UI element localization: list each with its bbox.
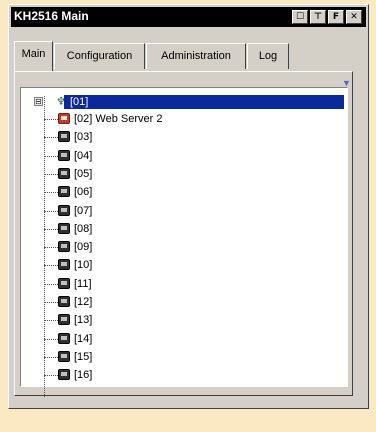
tree-item-label: [11] — [74, 277, 92, 290]
tree-item-port[interactable]: [05] — [34, 167, 344, 181]
tree-item-label: [08] — [74, 222, 93, 235]
tree-branch-line — [44, 228, 58, 230]
tree-item-port[interactable]: [04] — [34, 149, 344, 163]
server-red-icon — [58, 113, 70, 124]
tree-branch-line — [44, 265, 58, 267]
tree-branch-line — [44, 137, 58, 139]
server-icon — [58, 222, 70, 234]
server-icon — [58, 332, 70, 344]
tree-item-label: [02] Web Server 2 — [74, 113, 163, 125]
tree-item-port[interactable]: [11] — [34, 277, 344, 291]
tree-item-label: [12] — [74, 296, 93, 308]
tree-item-label: [06] — [74, 186, 93, 199]
tree-item-label: [09] — [74, 241, 93, 254]
tree-item-port[interactable]: [16] — [34, 368, 344, 382]
server-icon — [58, 241, 70, 253]
pin-button[interactable]: ⊤ — [310, 10, 326, 24]
tree-item-label: [05] — [74, 167, 93, 180]
scroll-down-icon[interactable]: ▼ — [342, 78, 351, 88]
tree-item-port[interactable]: [10] — [34, 258, 344, 272]
tree-item-port[interactable]: [15] — [34, 350, 344, 364]
tree-branch-line — [44, 155, 58, 157]
tab-administration[interactable]: Administration — [146, 43, 246, 69]
server-icon — [58, 296, 70, 307]
tree-branch-line — [44, 210, 58, 212]
tree-branch-line — [44, 320, 58, 322]
tree-branch-line — [44, 192, 58, 194]
server-icon — [58, 277, 70, 289]
server-icon — [58, 186, 70, 198]
restore-button[interactable]: ☐ — [292, 10, 308, 24]
tree-branch-line — [44, 247, 58, 249]
tree-item-port[interactable]: [06] — [34, 185, 344, 199]
tree-branch-line — [44, 283, 58, 285]
tab-log[interactable]: Log — [247, 43, 289, 69]
minimize-button[interactable]: F — [328, 10, 344, 24]
tree-branch-line — [44, 173, 58, 175]
server-icon — [58, 204, 70, 216]
window-title: KH2516 Main — [14, 9, 89, 23]
tree-item-label: [10] — [74, 259, 93, 272]
tree-branch-line — [44, 338, 58, 340]
tree-item-label: [04] — [74, 149, 93, 162]
tree-item-label: [16] — [74, 369, 93, 382]
tree-item-port[interactable]: [07] — [34, 204, 344, 218]
tree-item-port[interactable]: [02] Web Server 2 — [34, 112, 344, 126]
tree-item-label: [14] — [74, 332, 93, 345]
tree-item-port[interactable]: [09] — [34, 240, 344, 254]
server-icon — [58, 369, 70, 381]
tree-branch-line — [44, 375, 58, 377]
tree-item-port[interactable]: [08] — [34, 222, 344, 236]
tree-item-port[interactable]: [14] — [34, 332, 344, 346]
tree-item-label: [03] — [74, 131, 93, 144]
tree-branch-line — [44, 356, 58, 358]
tree-branch-line — [44, 119, 58, 120]
tree-item-port[interactable]: [13] — [34, 313, 344, 327]
tab-main[interactable]: Main — [14, 41, 53, 71]
tree-item-label: [01] — [70, 96, 89, 108]
server-icon — [58, 314, 70, 326]
selection-highlight — [64, 95, 344, 109]
server-icon — [58, 131, 70, 143]
tree-item-label: [13] — [74, 314, 93, 327]
title-bar[interactable]: KH2516 Main ☐ ⊤ F ✕ — [11, 7, 366, 27]
tree-item-label: [15] — [74, 350, 93, 363]
server-icon — [58, 259, 70, 271]
server-icon — [58, 149, 70, 161]
tree-item-port[interactable]: [03] — [34, 130, 344, 144]
server-icon — [58, 167, 70, 179]
tree-item-port[interactable]: [12] — [34, 295, 344, 309]
tab-configuration[interactable]: Configuration — [54, 43, 145, 69]
server-icon — [58, 350, 70, 362]
tree-root-item[interactable]: ⊟ ♆ [01] — [34, 95, 344, 109]
close-button[interactable]: ✕ — [346, 10, 362, 24]
collapse-icon[interactable]: ⊟ — [34, 97, 43, 106]
tree-item-label: [07] — [74, 204, 93, 217]
tree-branch-line — [44, 302, 58, 303]
